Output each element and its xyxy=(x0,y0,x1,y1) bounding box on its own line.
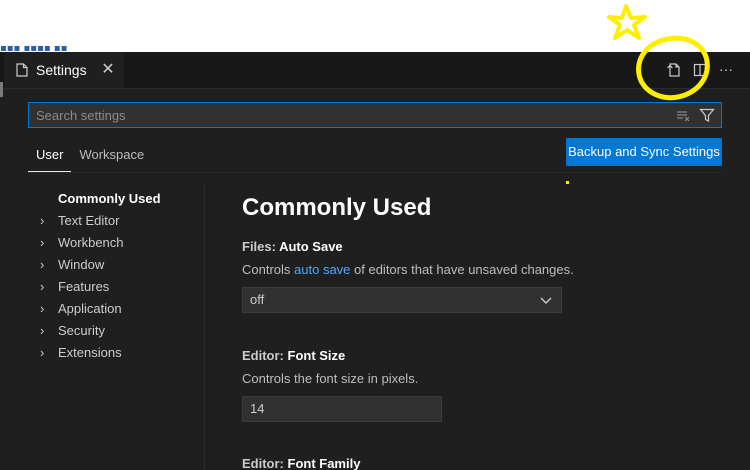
split-editor-icon[interactable] xyxy=(692,62,708,78)
setting-key: Auto Save xyxy=(279,239,343,254)
backup-sync-button[interactable]: Backup and Sync Settings xyxy=(566,138,722,166)
setting-editor-font-size: Editor: Font Size Controls the font size… xyxy=(242,347,712,422)
chevron-right-icon: › xyxy=(40,345,45,360)
setting-files-auto-save: Files: Auto Save Controls auto save of e… xyxy=(242,238,712,313)
setting-category: Editor: xyxy=(242,456,288,470)
tab-workspace[interactable]: Workspace xyxy=(71,146,152,172)
toc-item-commonly-used[interactable]: › Commonly Used xyxy=(40,188,200,210)
settings-tab[interactable]: Settings ✕ xyxy=(4,52,124,88)
chevron-right-icon: › xyxy=(40,301,45,316)
select-value: off xyxy=(250,292,265,307)
toc-item-label: Commonly Used xyxy=(58,191,161,206)
clear-filter-icon[interactable] xyxy=(675,107,691,123)
auto-save-link[interactable]: auto save xyxy=(294,262,350,277)
toc-item-label: Features xyxy=(58,279,110,294)
editor-tab-bar: Settings ✕ ··· xyxy=(0,52,750,89)
toc-item-features[interactable]: › Features xyxy=(40,276,200,298)
search-input[interactable] xyxy=(29,102,675,128)
setting-description: Controls the font size in pixels. xyxy=(242,371,419,386)
setting-description: Controls auto save of editors that have … xyxy=(242,261,712,279)
toc-item-label: Security xyxy=(58,323,105,338)
toc-item-label: Extensions xyxy=(58,345,122,360)
scope-divider xyxy=(28,172,722,173)
toc-item-security[interactable]: › Security xyxy=(40,320,200,342)
setting-title: Files: Auto Save xyxy=(242,238,712,256)
toc-item-label: Application xyxy=(58,301,122,316)
toc-item-text-editor[interactable]: › Text Editor xyxy=(40,210,200,232)
toc-item-window[interactable]: › Window xyxy=(40,254,200,276)
setting-title: Editor: Font Size xyxy=(242,347,712,365)
chevron-right-icon: › xyxy=(40,323,45,338)
settings-toc: › Commonly Used › Text Editor › Workbenc… xyxy=(40,188,200,364)
file-icon xyxy=(16,63,28,77)
left-scroll-indicator xyxy=(0,82,3,97)
setting-key: Font Size xyxy=(287,348,346,363)
chevron-right-icon: › xyxy=(40,279,45,294)
toc-item-extensions[interactable]: › Extensions xyxy=(40,342,200,364)
toc-item-label: Text Editor xyxy=(58,213,120,228)
search-box[interactable] xyxy=(28,102,722,128)
star-annotation-icon xyxy=(607,4,647,40)
setting-editor-font-family: Editor: Font Family xyxy=(242,455,712,470)
chevron-right-icon: › xyxy=(40,235,45,250)
open-settings-json-icon[interactable] xyxy=(666,62,682,78)
toc-sash[interactable] xyxy=(204,184,205,470)
auto-save-select[interactable]: off xyxy=(242,287,562,313)
close-icon[interactable]: ✕ xyxy=(100,62,116,78)
more-actions-icon[interactable]: ··· xyxy=(718,62,734,78)
tab-user[interactable]: User xyxy=(28,146,72,172)
setting-category: Files: xyxy=(242,239,280,254)
setting-title: Editor: Font Family xyxy=(242,455,712,470)
toc-item-application[interactable]: › Application xyxy=(40,298,200,320)
setting-key: Font Family xyxy=(287,456,361,470)
chevron-right-icon: › xyxy=(40,213,45,228)
description-text: of editors that have unsaved changes. xyxy=(350,262,574,277)
toc-item-label: Workbench xyxy=(58,235,124,250)
chevron-down-icon xyxy=(540,297,552,304)
settings-list: Commonly Used Files: Auto Save Controls … xyxy=(242,190,712,470)
chevron-right-icon: › xyxy=(40,257,45,272)
settings-tab-label: Settings xyxy=(36,62,87,78)
toc-item-workbench[interactable]: › Workbench xyxy=(40,232,200,254)
settings-scope-tabs: User Workspace xyxy=(28,146,152,172)
toc-item-label: Window xyxy=(58,257,105,272)
setting-category: Editor: xyxy=(242,348,288,363)
annotation-dot xyxy=(566,181,569,184)
description-text: Controls xyxy=(242,262,295,277)
font-size-input[interactable]: 14 xyxy=(242,396,442,422)
settings-editor-window: Settings ✕ ··· Search settings User Work… xyxy=(0,52,750,470)
editor-actions: ··· xyxy=(666,62,734,78)
section-title: Commonly Used xyxy=(242,194,432,221)
filter-icon[interactable] xyxy=(699,107,715,123)
